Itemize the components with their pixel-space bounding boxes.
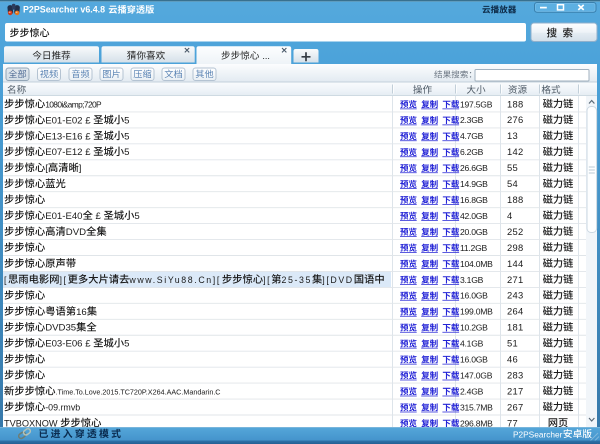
svg-text:25-35: 25-35 [282,275,313,285]
svg-text:271: 271 [507,274,524,285]
svg-text:55: 55 [507,162,518,173]
svg-text:-09.rmvb: -09.rmvb [45,402,80,412]
svg-text:283: 283 [507,369,524,380]
svg-text:v6.4.8: v6.4.8 [80,5,105,15]
svg-text:£: £ [85,147,91,158]
svg-text:E07-E12: E07-E12 [45,147,82,158]
svg-text:][: ][ [60,275,68,285]
svg-text:181: 181 [507,322,524,333]
svg-text:16.0GB: 16.0GB [460,291,488,301]
svg-text:188: 188 [507,98,524,109]
svg-text:2.3GB: 2.3GB [460,115,484,125]
svg-text:E03-E06: E03-E06 [45,339,82,350]
svg-text:77: 77 [507,417,518,428]
svg-text:P2PSearcher: P2PSearcher [513,429,563,439]
svg-text:5: 5 [134,211,139,222]
svg-text:267: 267 [507,401,524,412]
svg-text:E01-E40: E01-E40 [45,211,82,222]
svg-text:197.5GB: 197.5GB [460,99,493,109]
svg-text:243: 243 [507,290,524,301]
svg-text:46: 46 [507,354,518,365]
svg-text:6.2GB: 6.2GB [460,147,484,157]
svg-text:2.4GB: 2.4GB [460,386,484,396]
svg-text:296.8MB: 296.8MB [460,418,493,428]
svg-text:4.1GB: 4.1GB [460,339,484,349]
svg-text:4: 4 [507,210,513,221]
svg-text:298: 298 [507,242,524,253]
svg-text:E13-E16: E13-E16 [45,131,82,142]
svg-text:42.0GB: 42.0GB [460,211,488,221]
svg-text:5: 5 [124,147,129,158]
svg-text:[: [ [4,275,8,285]
svg-text:1080i&amp;720P: 1080i&amp;720P [45,99,102,109]
svg-text:199.0MB: 199.0MB [460,307,493,317]
svg-text:16.8GB: 16.8GB [460,195,488,205]
svg-text:14.9GB: 14.9GB [460,179,488,189]
svg-text:104.0MB: 104.0MB [460,259,493,269]
svg-text:P2PSearcher: P2PSearcher [23,5,78,15]
svg-text:][DVD: ][DVD [322,275,353,285]
svg-text:...: ... [262,51,270,61]
svg-text:E01-E02: E01-E02 [45,115,82,126]
svg-text:]: ] [79,163,82,174]
svg-text:11.2GB: 11.2GB [460,243,488,253]
svg-text:5: 5 [124,339,129,350]
svg-text:188: 188 [507,194,524,205]
svg-text:276: 276 [507,114,524,125]
svg-text:16: 16 [76,307,87,318]
svg-text:217: 217 [507,385,524,396]
svg-text:51: 51 [507,338,518,349]
svg-text:£: £ [85,115,91,126]
svg-text:[: [ [45,163,48,174]
svg-text:26.6GB: 26.6GB [460,163,488,173]
svg-text:5: 5 [124,115,129,126]
svg-text:264: 264 [507,306,524,317]
svg-text:142: 142 [507,146,524,157]
svg-text:£: £ [96,211,102,222]
svg-text:20.0GB: 20.0GB [460,227,488,237]
svg-text:£: £ [85,131,91,142]
svg-text:£: £ [85,339,91,350]
svg-text:DVD: DVD [66,227,86,238]
svg-text:3.1GB: 3.1GB [460,275,484,285]
svg-text:147.0GB: 147.0GB [460,370,493,380]
svg-text:144: 144 [507,258,524,269]
svg-text:DVD35: DVD35 [45,323,76,334]
svg-text:4.7GB: 4.7GB [460,131,484,141]
svg-text:TVBOXNOW: TVBOXNOW [4,418,58,428]
svg-text:252: 252 [507,226,524,237]
svg-text:10.2GB: 10.2GB [460,323,488,333]
svg-text:www.SiYu88.Cn][: www.SiYu88.Cn][ [128,275,220,285]
svg-text:54: 54 [507,178,518,189]
svg-text:16.0GB: 16.0GB [460,355,488,365]
svg-text:][: ][ [263,275,271,285]
svg-text:315.7MB: 315.7MB [460,402,493,412]
svg-text:.Time.To.Love.2015.TC720P.X264: .Time.To.Love.2015.TC720P.X264.AAC.Manda… [56,388,221,397]
svg-text:5: 5 [124,131,129,142]
svg-text:13: 13 [507,130,518,141]
